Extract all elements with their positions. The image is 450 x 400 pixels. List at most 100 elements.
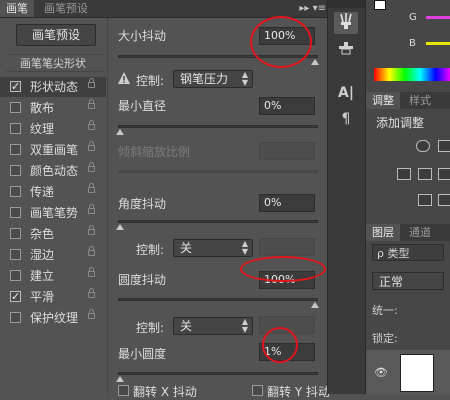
lock-icon[interactable] bbox=[88, 183, 95, 193]
layer-kind-filter[interactable]: ρ 类型 bbox=[372, 244, 444, 261]
brush-setting-checkbox[interactable] bbox=[10, 207, 21, 218]
lock-icon[interactable] bbox=[88, 204, 95, 214]
min-roundness-slider[interactable] bbox=[116, 372, 318, 382]
b-slider[interactable] bbox=[426, 42, 450, 45]
invert-icon[interactable] bbox=[418, 194, 432, 206]
min-roundness-slider-thumb[interactable] bbox=[116, 376, 124, 382]
brush-setting-checkbox[interactable] bbox=[10, 312, 21, 323]
brush-setting-item[interactable]: 杂色 bbox=[0, 224, 106, 244]
brush-setting-item[interactable]: 颜色动态 bbox=[0, 161, 106, 181]
brush-setting-checkbox[interactable] bbox=[10, 77, 21, 97]
tilt-scale-field bbox=[259, 142, 315, 160]
blend-mode-select[interactable]: 正常 bbox=[372, 272, 444, 290]
roundness-jitter-slider-thumb[interactable] bbox=[311, 302, 319, 308]
min-diameter-field[interactable]: 0% bbox=[259, 97, 315, 115]
tab-brush[interactable]: 画笔 bbox=[0, 0, 34, 17]
brush-tip-shape-item[interactable]: 画笔笔尖形状 bbox=[6, 54, 104, 72]
control-label: 控制: bbox=[136, 74, 165, 88]
brush-setting-checkbox[interactable] bbox=[10, 270, 21, 281]
size-jitter-slider-thumb[interactable] bbox=[311, 59, 319, 65]
brush-setting-checkbox[interactable] bbox=[10, 165, 21, 176]
roundness-control-select[interactable]: 关 ▲ ▼ bbox=[173, 317, 253, 335]
size-jitter-label: 大小抖动 bbox=[118, 29, 167, 43]
lock-icon[interactable] bbox=[88, 162, 95, 172]
g-label: G bbox=[409, 12, 417, 23]
brush-setting-item[interactable]: 画笔笔势 bbox=[0, 203, 106, 223]
character-panel-icon[interactable]: A| bbox=[334, 82, 358, 104]
min-diameter-slider-thumb[interactable] bbox=[116, 129, 124, 135]
lock-icon[interactable] bbox=[88, 141, 95, 151]
brush-setting-label: 平滑 bbox=[30, 290, 55, 304]
lock-icon[interactable] bbox=[88, 288, 95, 298]
lock-icon[interactable] bbox=[88, 267, 95, 277]
lock-icon[interactable] bbox=[88, 120, 95, 130]
lock-icon[interactable] bbox=[88, 246, 95, 256]
brush-setting-item[interactable]: 纹理 bbox=[0, 119, 106, 139]
brush-setting-label: 湿边 bbox=[30, 248, 55, 262]
brush-setting-item[interactable]: 传递 bbox=[0, 182, 106, 202]
brush-setting-checkbox[interactable] bbox=[10, 144, 21, 155]
flip-x-checkbox[interactable] bbox=[118, 385, 129, 396]
brush-setting-checkbox[interactable] bbox=[10, 123, 21, 134]
lock-icon[interactable] bbox=[88, 99, 95, 109]
unify-label: 统一: bbox=[372, 304, 398, 317]
brush-setting-checkbox[interactable] bbox=[10, 186, 21, 197]
brush-setting-item[interactable]: 散布 bbox=[0, 98, 106, 118]
tab-layers[interactable]: 图层 bbox=[366, 224, 400, 241]
control-pen-pressure-select[interactable]: 钢笔压力 ▲ ▼ bbox=[173, 70, 253, 88]
roundness-jitter-slider[interactable] bbox=[118, 298, 319, 308]
brush-setting-item[interactable]: 双重画笔 bbox=[0, 140, 106, 160]
angle-jitter-slider[interactable] bbox=[116, 220, 318, 230]
right-dock: G B 调整 样式 添加调整 图层 通道 ρ 类型 正常 统一: 锁定: 👁 bbox=[365, 0, 450, 394]
visibility-eye-icon[interactable]: 👁 bbox=[374, 366, 388, 379]
brush-setting-item[interactable]: 形状动态 bbox=[0, 77, 106, 97]
angle-jitter-slider-thumb[interactable] bbox=[116, 224, 124, 230]
brush-setting-label: 散布 bbox=[30, 101, 55, 115]
angle-control-select[interactable]: 关 ▲ ▼ bbox=[173, 239, 253, 257]
clone-source-icon[interactable] bbox=[334, 40, 358, 62]
panel-divider bbox=[107, 18, 108, 394]
tab-channels[interactable]: 通道 bbox=[403, 224, 437, 241]
brush-setting-item[interactable]: 湿边 bbox=[0, 245, 106, 265]
color-ramp[interactable] bbox=[374, 68, 450, 81]
panel-menu-icon[interactable]: ▸▸ ▾≡ bbox=[299, 0, 326, 17]
brush-setting-item[interactable]: 保护纹理 bbox=[0, 308, 106, 328]
threshold-icon[interactable] bbox=[438, 194, 450, 206]
g-slider[interactable] bbox=[426, 16, 450, 19]
tab-brush-presets[interactable]: 画笔预设 bbox=[38, 0, 94, 17]
brush-setting-label: 保护纹理 bbox=[30, 311, 79, 325]
flip-y-label: 翻转 Y 抖动 bbox=[267, 385, 330, 399]
brush-presets-button[interactable]: 画笔预设 bbox=[16, 24, 96, 46]
levels-icon[interactable] bbox=[438, 140, 450, 152]
brush-setting-item[interactable]: 平滑 bbox=[0, 287, 106, 307]
min-roundness-label: 最小圆度 bbox=[118, 347, 167, 361]
brush-panel-icon[interactable] bbox=[334, 12, 358, 34]
select-arrows-icon: ▲ ▼ bbox=[241, 317, 248, 334]
add-adjustment-label: 添加调整 bbox=[376, 116, 425, 130]
color-balance-icon[interactable] bbox=[418, 168, 432, 180]
tab-styles[interactable]: 样式 bbox=[403, 92, 437, 109]
brush-setting-checkbox[interactable] bbox=[10, 249, 21, 260]
vibrance-icon[interactable] bbox=[397, 168, 411, 180]
paragraph-panel-icon[interactable]: ¶ bbox=[334, 108, 358, 130]
angle-control-disabled-field bbox=[259, 238, 315, 256]
brush-setting-label: 建立 bbox=[30, 269, 55, 283]
tab-adjustments[interactable]: 调整 bbox=[366, 92, 400, 109]
lock-icon[interactable] bbox=[88, 78, 95, 88]
brush-setting-checkbox[interactable] bbox=[10, 228, 21, 239]
select-arrows-icon: ▲ ▼ bbox=[241, 70, 248, 87]
lock-icon[interactable] bbox=[88, 225, 95, 235]
angle-jitter-field[interactable]: 0% bbox=[259, 194, 315, 212]
layer-thumbnail bbox=[400, 354, 434, 392]
brush-setting-label: 颜色动态 bbox=[30, 164, 79, 178]
roundness-jitter-label: 圆度抖动 bbox=[118, 273, 167, 287]
brush-setting-checkbox[interactable] bbox=[10, 287, 21, 307]
lock-icon[interactable] bbox=[88, 309, 95, 319]
black-white-icon[interactable] bbox=[438, 168, 450, 180]
min-diameter-slider[interactable] bbox=[116, 125, 318, 135]
brightness-icon[interactable] bbox=[416, 140, 430, 152]
brush-setting-item[interactable]: 建立 bbox=[0, 266, 106, 286]
brush-setting-checkbox[interactable] bbox=[10, 102, 21, 113]
flip-y-checkbox[interactable] bbox=[252, 385, 263, 396]
foreground-swatch[interactable] bbox=[374, 0, 386, 10]
